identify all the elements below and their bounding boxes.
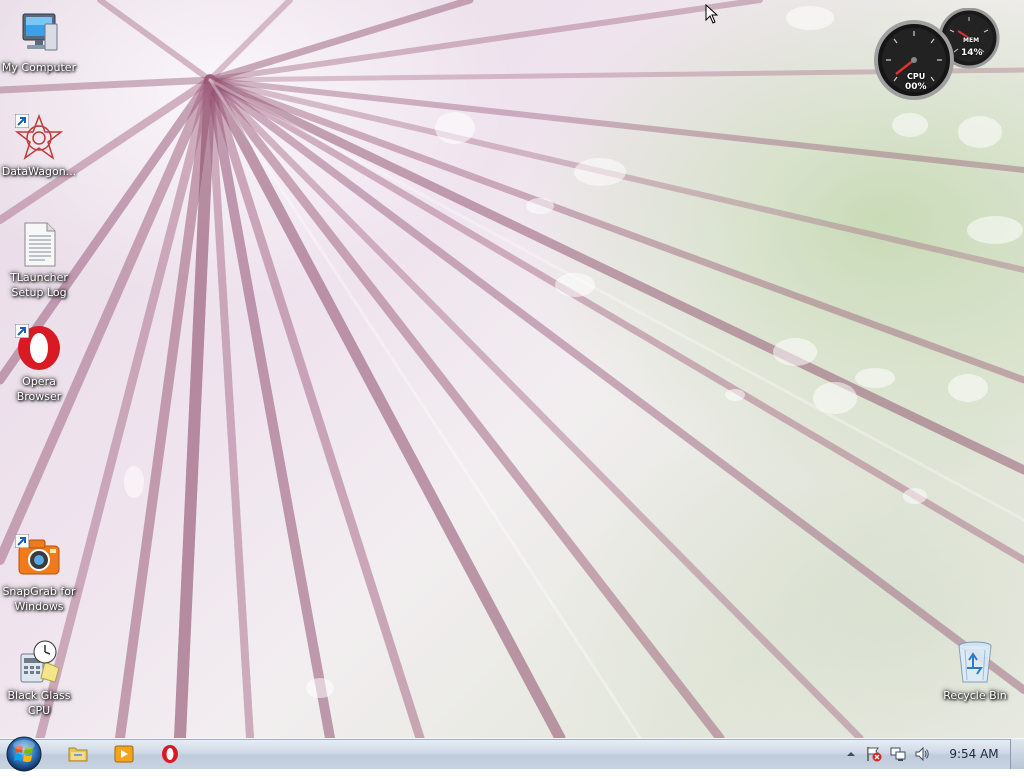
desktop-icon-recycle-bin[interactable]: Recycle Bin [937, 638, 1013, 703]
desktop-icon-label: DataWagon... [1, 165, 77, 178]
wallpaper [0, 0, 1024, 738]
desktop-icon-label: Opera Browser [16, 375, 62, 403]
windows-logo-icon [6, 736, 42, 772]
shortcut-arrow-icon [15, 324, 29, 338]
media-player-icon [114, 745, 134, 763]
opera-icon [162, 745, 178, 763]
opera-icon [15, 324, 63, 372]
network-icon[interactable] [890, 746, 906, 762]
start-button[interactable] [4, 734, 44, 774]
cpu-label: CPU [907, 72, 926, 81]
taskbar-opera-button[interactable] [150, 741, 190, 767]
desktop-icon-snapgrab[interactable]: SnapGrab for Windows [1, 534, 77, 614]
camera-icon [15, 534, 63, 582]
desktop[interactable]: My Computer DataWagon... TLauncher Setup… [0, 0, 1024, 738]
desktop-icon-black-glass-cpu[interactable]: Black Glass CPU [1, 638, 77, 718]
computer-icon [15, 10, 63, 58]
mouse-cursor-icon [705, 4, 719, 24]
desktop-icon-label: SnapGrab for Windows [2, 585, 76, 613]
mem-label: MEM [963, 37, 980, 44]
taskbar-clock[interactable]: 9:54 AM [944, 747, 1004, 761]
datawagon-icon [15, 114, 63, 162]
action-center-flag-icon[interactable] [866, 746, 882, 762]
recycle-bin-icon [951, 638, 999, 686]
desktop-icon-label: Black Glass CPU [7, 689, 71, 717]
desktop-icon-tlauncher-log[interactable]: TLauncher Setup Log [1, 220, 77, 300]
taskbar-explorer-button[interactable] [58, 741, 98, 767]
show-hidden-icons-icon[interactable] [843, 746, 859, 762]
desktop-icon-opera[interactable]: Opera Browser [1, 324, 77, 404]
desktop-icon-label: TLauncher Setup Log [10, 271, 68, 299]
desktop-icon-datawagon[interactable]: DataWagon... [1, 114, 77, 179]
volume-icon[interactable] [914, 746, 930, 762]
text-document-icon [15, 220, 63, 268]
gadget-clock-icon [15, 638, 63, 686]
mem-value: 14% [961, 48, 983, 58]
taskbar: 9:54 AM [0, 736, 1024, 772]
cpu-meter-gadget[interactable]: CPU 00% MEM 14% [874, 7, 1004, 104]
show-desktop-button[interactable] [1010, 739, 1024, 769]
desktop-icon-my-computer[interactable]: My Computer [1, 10, 77, 75]
desktop-icon-label: My Computer [1, 61, 77, 74]
shortcut-arrow-icon [15, 534, 29, 548]
taskbar-media-player-button[interactable] [104, 741, 144, 767]
folder-icon [68, 747, 88, 762]
desktop-icon-label: Recycle Bin [943, 689, 1007, 702]
shortcut-arrow-icon [15, 114, 29, 128]
cpu-gauge-dials [874, 7, 1000, 100]
cpu-value: 00% [905, 82, 927, 92]
